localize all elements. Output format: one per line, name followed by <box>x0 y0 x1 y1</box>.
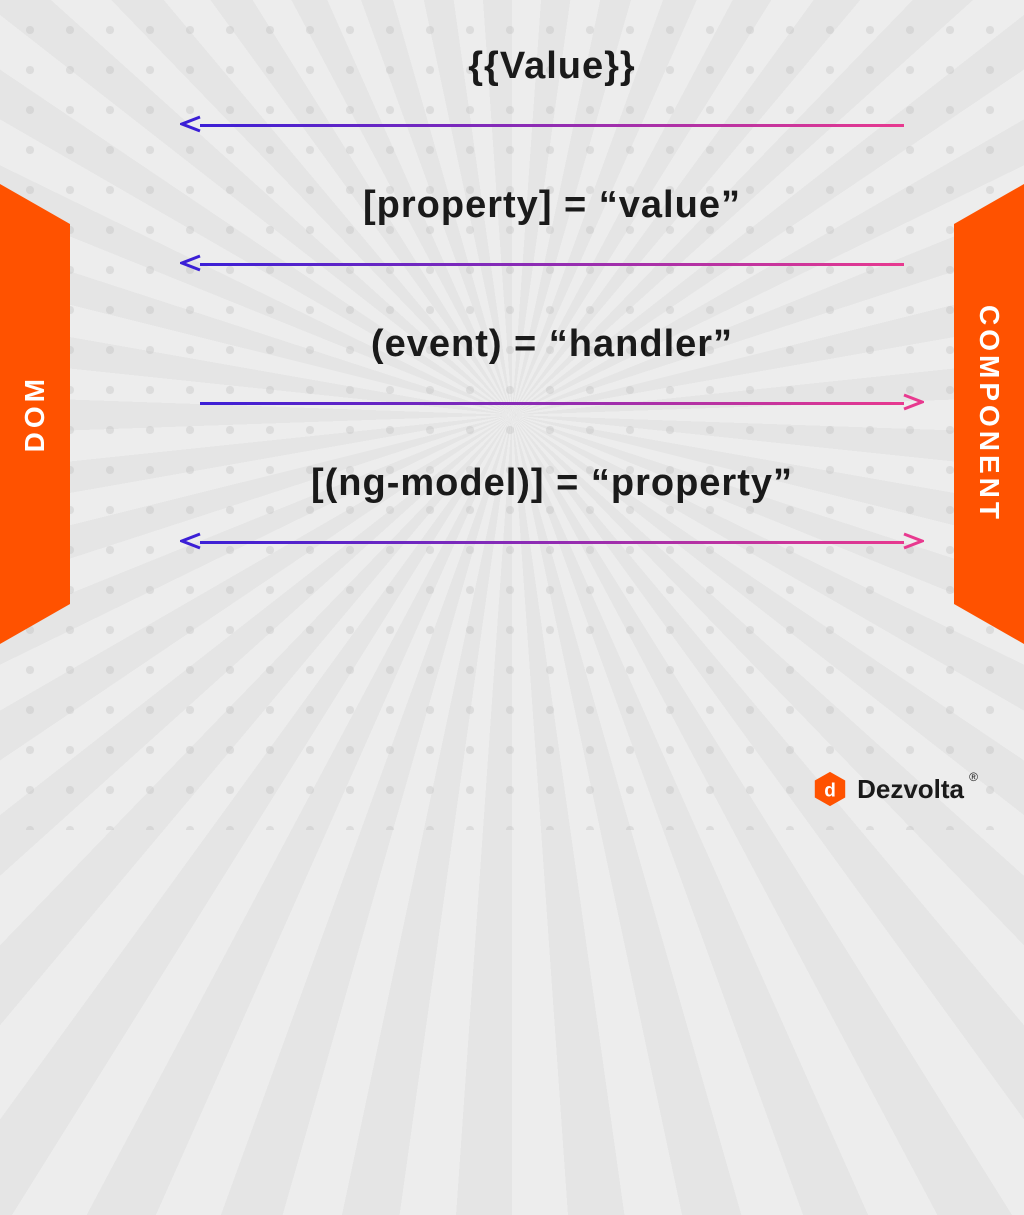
property-binding: [property] = “value” <box>180 184 924 275</box>
brand-logo: d Dezvolta ® <box>811 770 964 808</box>
svg-text:d: d <box>824 781 836 802</box>
event-binding: (event) = “handler” <box>180 323 924 414</box>
arrowhead-left-icon <box>180 530 202 552</box>
twoway-binding: [(ng-model)] = “property” <box>180 462 924 553</box>
dezvolta-hexagon-icon: d <box>811 770 849 808</box>
component-label-panel: COMPONENT <box>954 184 1024 644</box>
interpolation-label: {{Value}} <box>180 45 924 88</box>
brand-name: Dezvolta ® <box>857 774 964 805</box>
registered-mark: ® <box>969 770 978 784</box>
arrowhead-right-icon <box>902 391 924 413</box>
dom-label-text: DOM <box>19 375 51 452</box>
event-label: (event) = “handler” <box>180 323 924 366</box>
arrow-right-1 <box>180 390 924 414</box>
brand-name-text: Dezvolta <box>857 774 964 804</box>
bindings-container: {{Value}} [property] = “value” (event) =… <box>180 45 924 601</box>
arrowhead-left-icon <box>180 113 202 135</box>
property-label: [property] = “value” <box>180 184 924 227</box>
dom-label-panel: DOM <box>0 184 70 644</box>
arrow-left-1 <box>180 112 924 136</box>
interpolation-binding: {{Value}} <box>180 45 924 136</box>
arrowhead-right-icon <box>902 530 924 552</box>
arrowhead-left-icon <box>180 252 202 274</box>
component-label-text: COMPONENT <box>973 305 1005 523</box>
arrow-left-2 <box>180 251 924 275</box>
twoway-label: [(ng-model)] = “property” <box>180 462 924 505</box>
arrow-both-1 <box>180 529 924 553</box>
